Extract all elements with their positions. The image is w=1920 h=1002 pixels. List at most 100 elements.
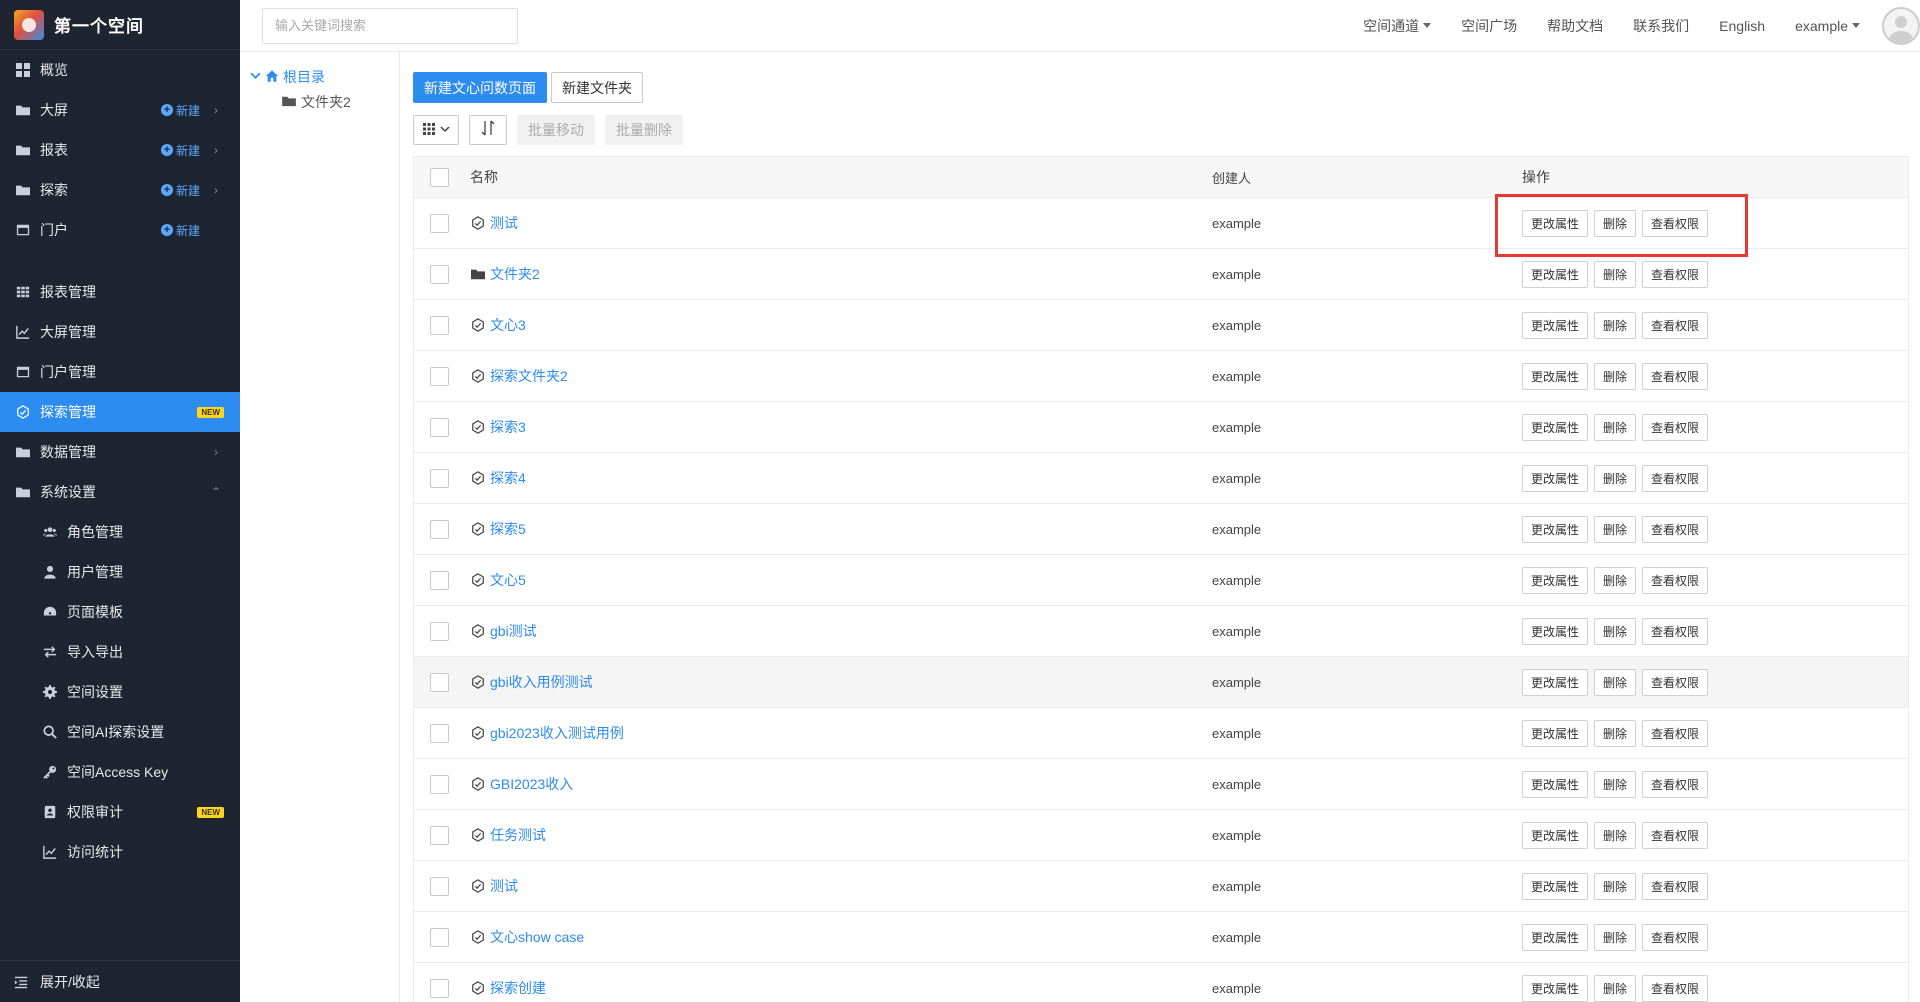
item-name-link[interactable]: GBI2023收入: [490, 774, 573, 794]
header-link-5[interactable]: example: [1795, 18, 1860, 34]
sidebar-item-manage_items-0[interactable]: 报表管理: [0, 272, 240, 312]
sidebar-item-items-2[interactable]: 报表 + 新建 ›: [0, 130, 240, 170]
item-name-link[interactable]: 文件夹2: [490, 264, 540, 284]
table-row[interactable]: gbi收入用例测试 example 更改属性 删除 查看权限: [414, 656, 1908, 707]
delete-button[interactable]: 删除: [1594, 566, 1637, 594]
edit-properties-button[interactable]: 更改属性: [1522, 311, 1589, 339]
sidebar-new-button[interactable]: + 新建: [160, 222, 200, 239]
chevron-down-icon[interactable]: [250, 70, 261, 84]
edit-properties-button[interactable]: 更改属性: [1522, 668, 1589, 696]
item-name-link[interactable]: gbi收入用例测试: [490, 672, 593, 692]
search-input[interactable]: [262, 7, 518, 44]
row-checkbox[interactable]: [430, 927, 449, 947]
table-row[interactable]: gbi测试 example 更改属性 删除 查看权限: [414, 605, 1908, 656]
sidebar-item-manage_items-2[interactable]: 门户管理: [0, 352, 240, 392]
row-checkbox[interactable]: [430, 621, 449, 641]
row-checkbox[interactable]: [430, 570, 449, 590]
sidebar-item-settings_items-3[interactable]: 导入导出: [0, 632, 240, 672]
view-permissions-button[interactable]: 查看权限: [1642, 617, 1709, 645]
sidebar-item-settings_items-8[interactable]: 访问统计: [0, 832, 240, 872]
sidebar-item-manage_items-4[interactable]: 数据管理 ›: [0, 432, 240, 472]
view-permissions-button[interactable]: 查看权限: [1642, 362, 1709, 390]
sidebar-item-items-0[interactable]: 概览: [0, 50, 240, 90]
batch-move-button[interactable]: 批量移动: [517, 115, 595, 145]
edit-properties-button[interactable]: 更改属性: [1522, 464, 1589, 492]
edit-properties-button[interactable]: 更改属性: [1522, 974, 1589, 1002]
item-name-link[interactable]: 探索文件夹2: [490, 366, 568, 386]
table-row[interactable]: 任务测试 example 更改属性 删除 查看权限: [414, 809, 1908, 860]
row-checkbox[interactable]: [430, 774, 449, 794]
sidebar-item-settings_items-7[interactable]: 权限审计 NEW: [0, 792, 240, 832]
edit-properties-button[interactable]: 更改属性: [1522, 770, 1589, 798]
sidebar-item-settings_items-2[interactable]: 页面模板: [0, 592, 240, 632]
delete-button[interactable]: 删除: [1594, 515, 1637, 543]
sidebar-item-manage_items-1[interactable]: 大屏管理: [0, 312, 240, 352]
sidebar-item-manage_items-3[interactable]: 探索管理 NEW: [0, 392, 240, 432]
item-name-link[interactable]: 文心5: [490, 570, 526, 590]
new-page-button[interactable]: 新建文心问数页面: [413, 72, 547, 103]
row-checkbox[interactable]: [430, 723, 449, 743]
sort-button[interactable]: [469, 115, 507, 145]
header-link-1[interactable]: 空间广场: [1461, 16, 1517, 36]
edit-properties-button[interactable]: 更改属性: [1522, 923, 1589, 951]
view-permissions-button[interactable]: 查看权限: [1642, 668, 1709, 696]
batch-delete-button[interactable]: 批量删除: [605, 115, 683, 145]
row-checkbox[interactable]: [430, 366, 449, 386]
table-row[interactable]: 探索3 example 更改属性 删除 查看权限: [414, 401, 1908, 452]
edit-properties-button[interactable]: 更改属性: [1522, 872, 1589, 900]
edit-properties-button[interactable]: 更改属性: [1522, 260, 1589, 288]
row-checkbox[interactable]: [430, 519, 449, 539]
row-checkbox[interactable]: [430, 672, 449, 692]
delete-button[interactable]: 删除: [1594, 464, 1637, 492]
edit-properties-button[interactable]: 更改属性: [1522, 209, 1589, 237]
table-row[interactable]: 探索5 example 更改属性 删除 查看权限: [414, 503, 1908, 554]
table-row[interactable]: 文心show case example 更改属性 删除 查看权限: [414, 911, 1908, 962]
row-checkbox[interactable]: [430, 468, 449, 488]
sidebar-item-items-1[interactable]: 大屏 + 新建 ›: [0, 90, 240, 130]
delete-button[interactable]: 删除: [1594, 770, 1637, 798]
delete-button[interactable]: 删除: [1594, 719, 1637, 747]
select-all-checkbox[interactable]: [430, 167, 449, 187]
view-mode-dropdown[interactable]: [413, 115, 459, 145]
header-link-2[interactable]: 帮助文档: [1547, 16, 1603, 36]
row-checkbox[interactable]: [430, 876, 449, 896]
item-name-link[interactable]: 测试: [490, 876, 518, 896]
item-name-link[interactable]: gbi测试: [490, 621, 537, 641]
delete-button[interactable]: 删除: [1594, 974, 1637, 1002]
view-permissions-button[interactable]: 查看权限: [1642, 515, 1709, 543]
edit-properties-button[interactable]: 更改属性: [1522, 719, 1589, 747]
delete-button[interactable]: 删除: [1594, 821, 1637, 849]
sidebar-item-manage_items-5[interactable]: 系统设置 ⌃: [0, 472, 240, 512]
item-name-link[interactable]: gbi2023收入测试用例: [490, 723, 624, 743]
table-row[interactable]: 文心5 example 更改属性 删除 查看权限: [414, 554, 1908, 605]
edit-properties-button[interactable]: 更改属性: [1522, 566, 1589, 594]
view-permissions-button[interactable]: 查看权限: [1642, 719, 1709, 747]
delete-button[interactable]: 删除: [1594, 923, 1637, 951]
delete-button[interactable]: 删除: [1594, 413, 1637, 441]
item-name-link[interactable]: 文心show case: [490, 927, 584, 947]
table-row[interactable]: 文心3 example 更改属性 删除 查看权限: [414, 299, 1908, 350]
item-name-link[interactable]: 任务测试: [490, 825, 546, 845]
table-row[interactable]: gbi2023收入测试用例 example 更改属性 删除 查看权限: [414, 707, 1908, 758]
sidebar-new-button[interactable]: + 新建: [160, 142, 200, 159]
delete-button[interactable]: 删除: [1594, 872, 1637, 900]
row-checkbox[interactable]: [430, 417, 449, 437]
avatar[interactable]: [1882, 6, 1920, 45]
row-checkbox[interactable]: [430, 825, 449, 845]
row-checkbox[interactable]: [430, 315, 449, 335]
sidebar-item-settings_items-6[interactable]: 空间Access Key: [0, 752, 240, 792]
item-name-link[interactable]: 探索创建: [490, 978, 546, 998]
edit-properties-button[interactable]: 更改属性: [1522, 821, 1589, 849]
delete-button[interactable]: 删除: [1594, 209, 1637, 237]
view-permissions-button[interactable]: 查看权限: [1642, 872, 1709, 900]
item-name-link[interactable]: 探索3: [490, 417, 526, 437]
header-link-0[interactable]: 空间通道: [1363, 16, 1432, 36]
table-row[interactable]: GBI2023收入 example 更改属性 删除 查看权限: [414, 758, 1908, 809]
table-row[interactable]: 文件夹2 example 更改属性 删除 查看权限: [414, 248, 1908, 299]
view-permissions-button[interactable]: 查看权限: [1642, 974, 1709, 1002]
view-permissions-button[interactable]: 查看权限: [1642, 209, 1709, 237]
brand[interactable]: 第一个空间: [0, 0, 240, 50]
sidebar-item-settings_items-5[interactable]: 空间AI探索设置: [0, 712, 240, 752]
sidebar-item-items-3[interactable]: 探索 + 新建 ›: [0, 170, 240, 210]
delete-button[interactable]: 删除: [1594, 260, 1637, 288]
